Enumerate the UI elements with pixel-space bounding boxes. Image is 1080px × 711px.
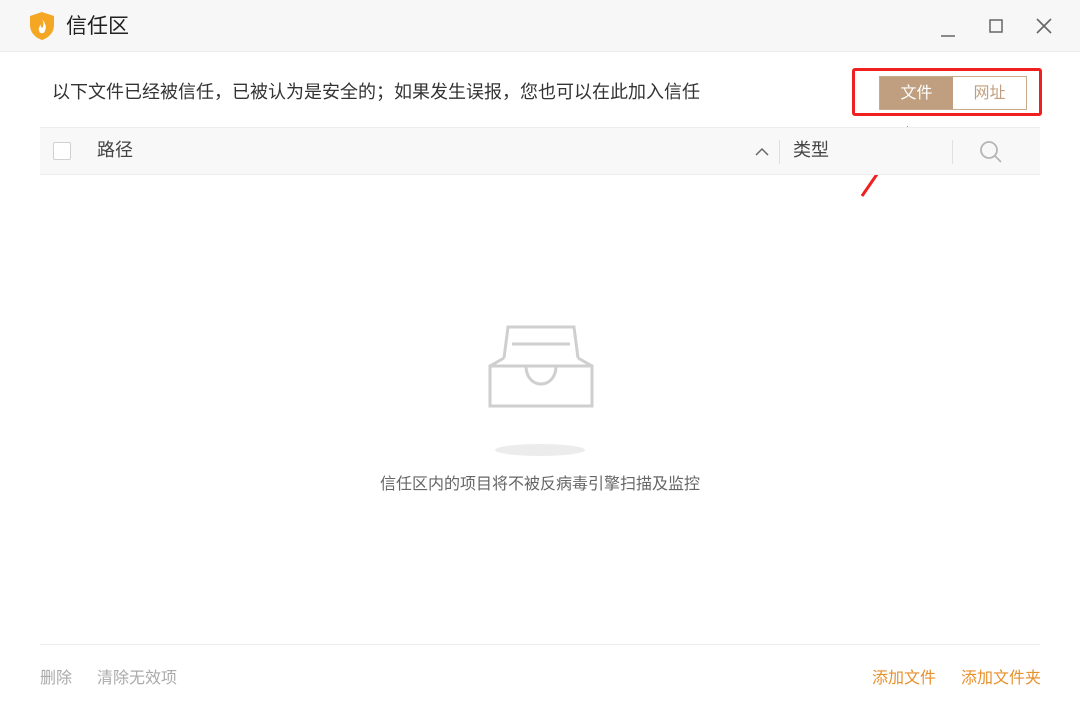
column-header-path[interactable]: 路径 — [97, 139, 133, 163]
select-all-checkbox[interactable] — [53, 142, 71, 160]
minimize-icon — [941, 35, 955, 37]
add-file-button[interactable]: 添加文件 — [872, 667, 936, 689]
maximize-icon — [989, 19, 1003, 33]
footer-divider — [40, 644, 1040, 645]
title-bar: 信任区 — [0, 0, 1080, 52]
column-header-type[interactable]: 类型 — [793, 139, 829, 163]
shield-flame-icon — [30, 12, 54, 40]
column-divider — [779, 140, 780, 164]
chevron-up-icon[interactable] — [752, 142, 772, 162]
description-text: 以下文件已经被信任，已被认为是安全的；如果发生误报，您也可以在此加入信任 — [52, 82, 700, 103]
window-title: 信任区 — [66, 14, 129, 38]
annotation-highlight-box — [852, 68, 1042, 116]
table-header: 路径 类型 — [40, 127, 1040, 175]
close-button[interactable] — [1029, 12, 1059, 42]
search-icon[interactable] — [978, 139, 1004, 165]
delete-button[interactable]: 删除 — [40, 667, 72, 689]
column-divider — [952, 140, 953, 164]
minimize-button[interactable] — [933, 12, 963, 42]
clear-invalid-button[interactable]: 清除无效项 — [97, 667, 177, 689]
empty-state-message: 信任区内的项目将不被反病毒引擎扫描及监控 — [379, 474, 700, 493]
empty-state-shadow — [495, 444, 585, 456]
maximize-button[interactable] — [981, 12, 1011, 42]
close-icon — [1036, 18, 1052, 34]
add-folder-button[interactable]: 添加文件夹 — [961, 667, 1041, 689]
empty-tray-icon — [488, 325, 594, 408]
